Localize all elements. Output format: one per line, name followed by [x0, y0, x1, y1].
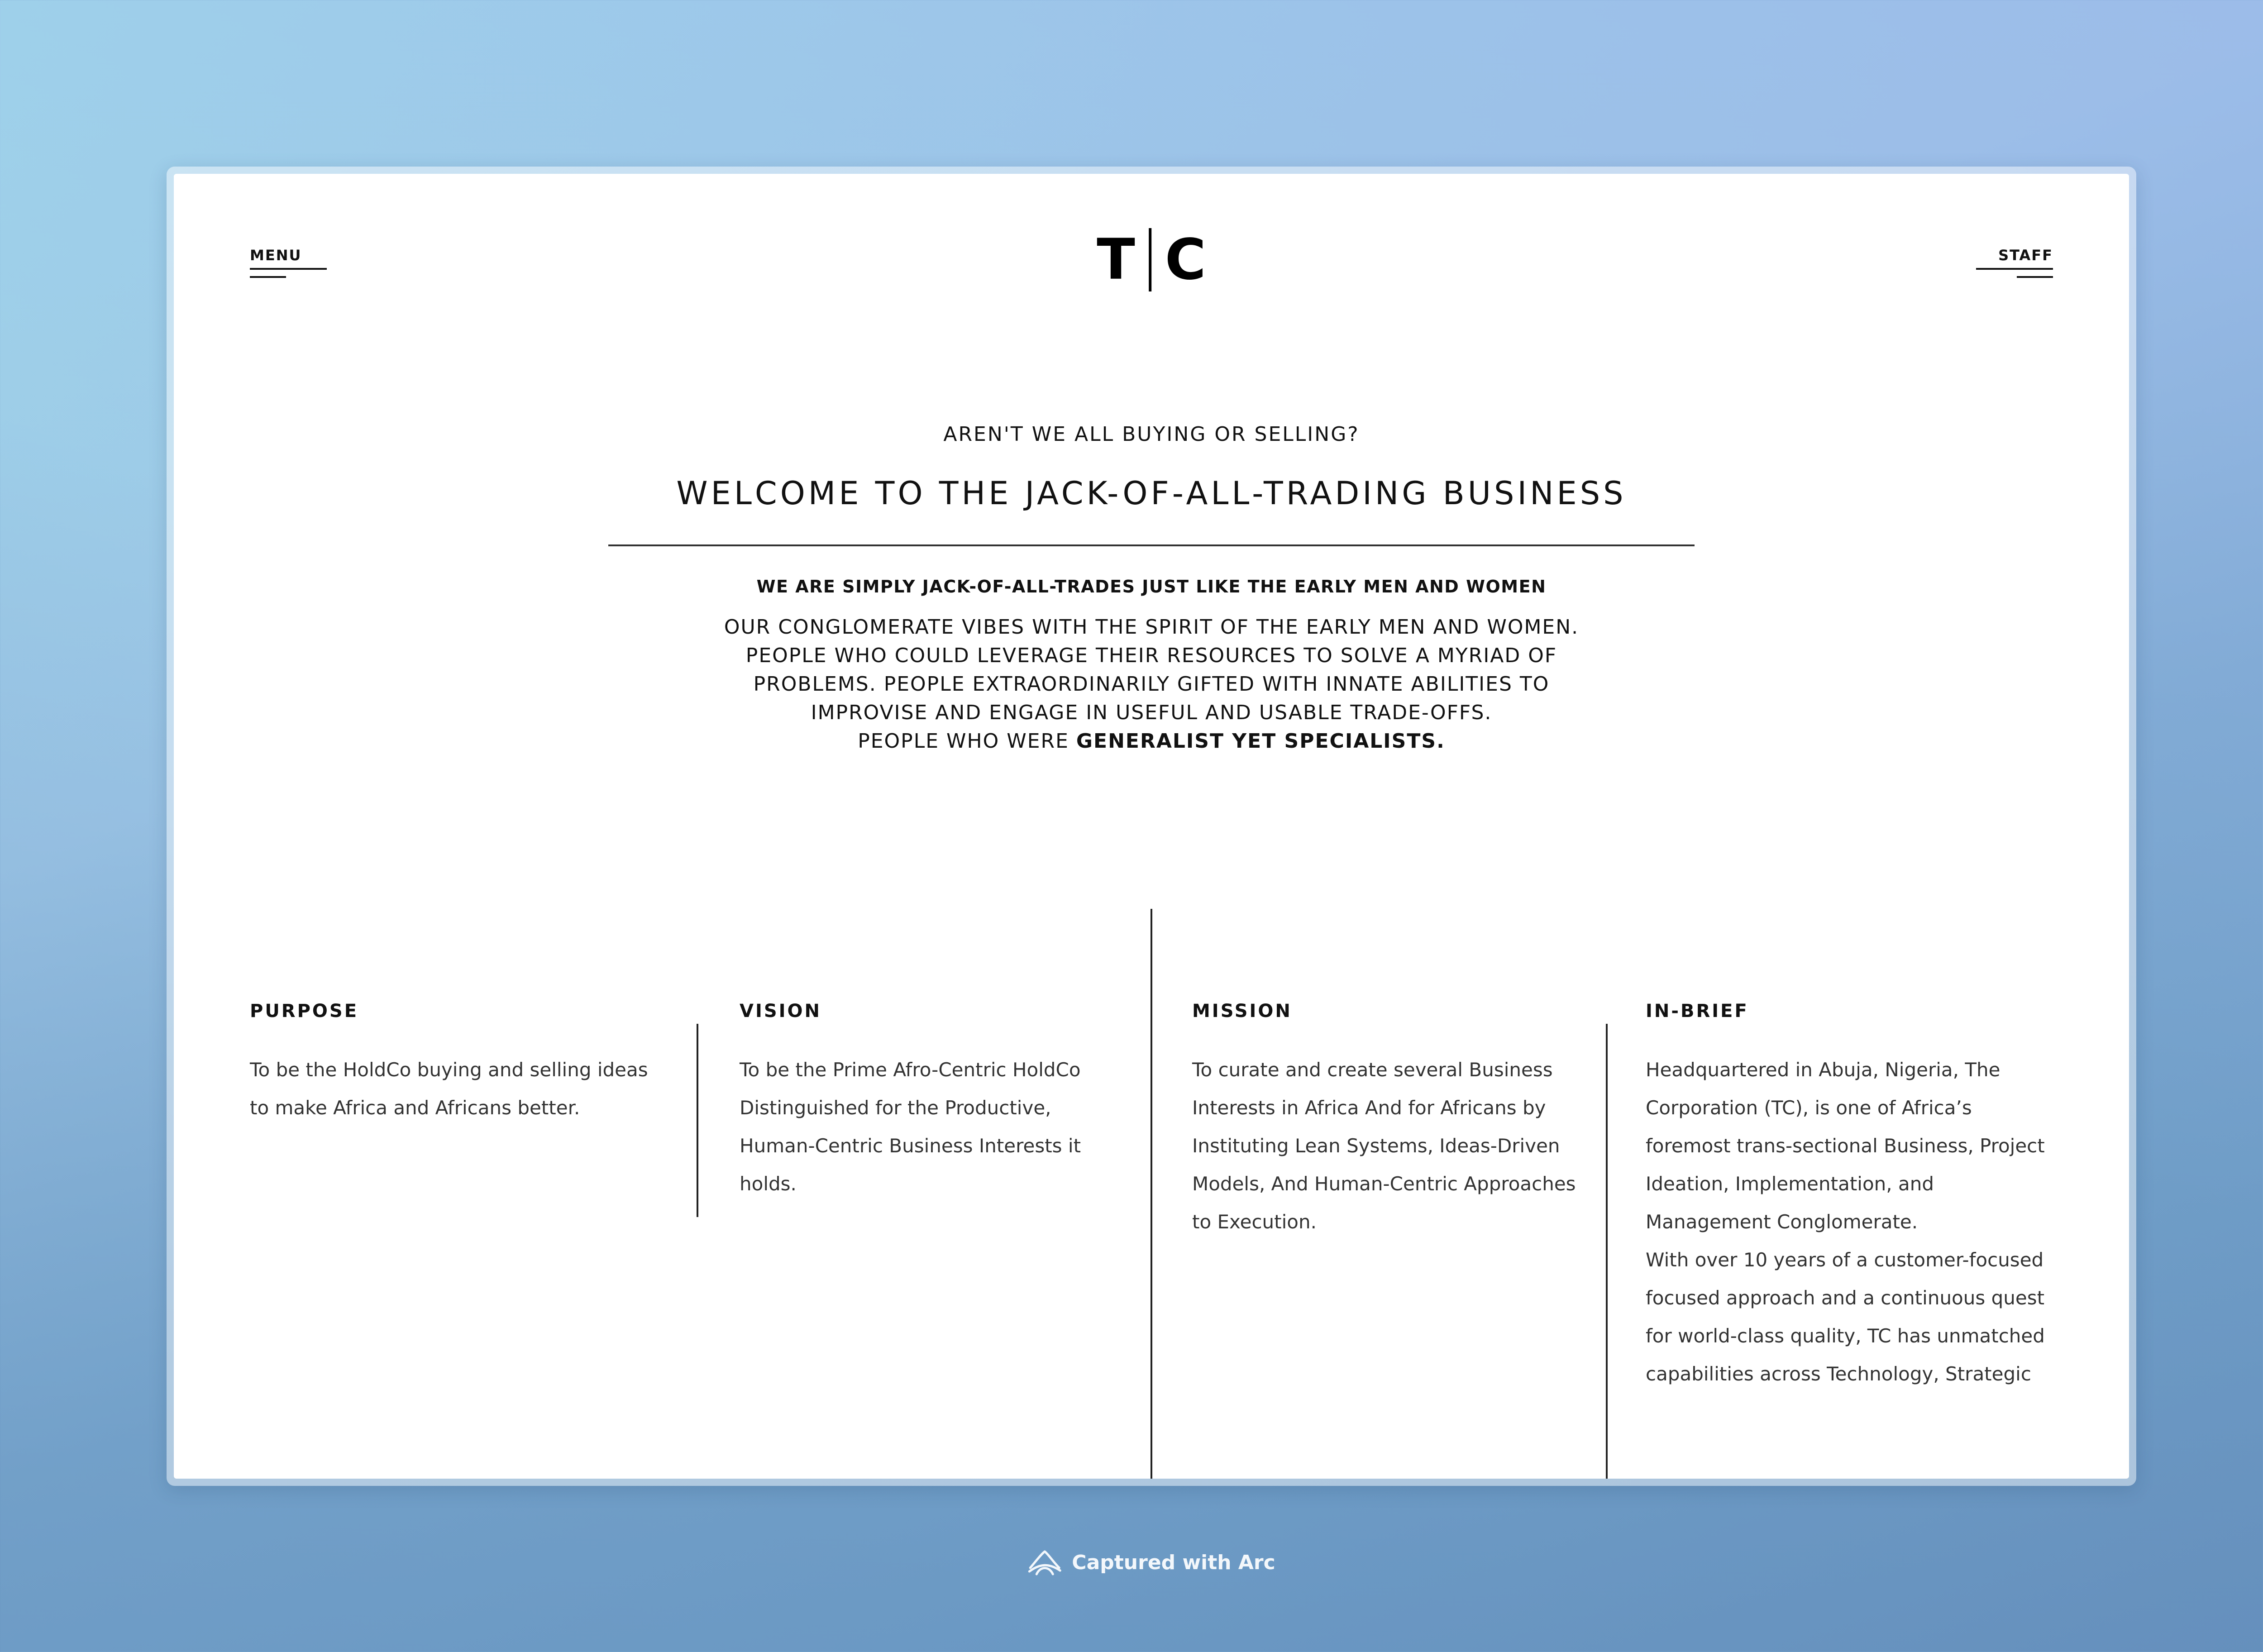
menu-underline-icon — [250, 268, 327, 270]
staff-underline-icon — [1976, 268, 2053, 270]
vision-text: To be the Prime Afro-Centric HoldCo Dist… — [740, 1059, 1081, 1195]
purpose-text: To be the HoldCo buying and selling idea… — [250, 1059, 648, 1119]
logo-letter-c: C — [1165, 227, 1206, 292]
purpose-section: PURPOSE To be the HoldCo buying and sell… — [250, 998, 666, 1127]
logo-divider — [1148, 228, 1151, 291]
vision-heading: VISION — [740, 1001, 822, 1022]
hero-body-line: OUR CONGLOMERATE VIBES WITH THE SPIRIT O… — [724, 616, 1579, 639]
staff-label: STAFF — [1998, 247, 2053, 264]
inbrief-paragraph: Headquartered in Abuja, Nigeria, The Cor… — [1646, 1059, 2045, 1233]
webpage: MENU T C STAFF AREN'T WE ALL BUYING OR S… — [174, 174, 2129, 1479]
menu-button[interactable]: MENU — [250, 246, 327, 278]
purpose-heading: PURPOSE — [250, 1001, 359, 1022]
mission-heading: MISSION — [1192, 1001, 1292, 1022]
logo-letter-t: T — [1097, 227, 1135, 292]
staff-underline-short-icon — [2017, 276, 2053, 278]
hero-body-line: PROBLEMS. PEOPLE EXTRAORDINARILY GIFTED … — [753, 673, 1550, 696]
column-divider-center — [1151, 909, 1152, 1479]
hero-body-line-last: PEOPLE WHO WERE GENERALIST YET SPECIALIS… — [672, 727, 1631, 755]
tc-logo[interactable]: T C — [1097, 228, 1206, 291]
inbrief-text: Headquartered in Abuja, Nigeria, The Cor… — [1646, 1051, 2062, 1393]
menu-underline-short-icon — [250, 276, 286, 278]
vision-section: VISION To be the Prime Afro-Centric Hold… — [740, 998, 1115, 1203]
captured-with-arc-badge: Captured with Arc — [1027, 1548, 1275, 1577]
hero-body-emphasis: GENERALIST YET SPECIALISTS. — [1076, 730, 1445, 753]
inbrief-paragraph: With over 10 years of a customer-focused… — [1646, 1249, 2045, 1385]
staff-button[interactable]: STAFF — [1976, 246, 2053, 278]
inbrief-section: IN-BRIEF Headquartered in Abuja, Nigeria… — [1646, 998, 2062, 1393]
inbrief-heading: IN-BRIEF — [1646, 1001, 1749, 1022]
hero-body-line: IMPROVISE AND ENGAGE IN USEFUL AND USABL… — [811, 701, 1492, 724]
hero-body-last-prefix: PEOPLE WHO WERE — [858, 730, 1076, 753]
page-title: WELCOME TO THE JACK-OF-ALL-TRADING BUSIN… — [676, 475, 1627, 512]
hero-body: OUR CONGLOMERATE VIBES WITH THE SPIRIT O… — [672, 613, 1631, 755]
column-divider-1 — [697, 1024, 698, 1217]
hero-eyebrow: AREN'T WE ALL BUYING OR SELLING? — [943, 423, 1360, 446]
arc-logo-icon — [1028, 1550, 1061, 1576]
hero-divider — [608, 544, 1695, 546]
hero-subhead: WE ARE SIMPLY JACK-OF-ALL-TRADES JUST LI… — [756, 577, 1547, 597]
column-divider-3 — [1606, 1024, 1608, 1479]
mission-section: MISSION To curate and create several Bus… — [1192, 998, 1581, 1241]
mission-text: To curate and create several Business In… — [1192, 1059, 1576, 1233]
menu-label: MENU — [250, 247, 302, 264]
hero-body-line: PEOPLE WHO COULD LEVERAGE THEIR RESOURCE… — [745, 644, 1557, 667]
arc-badge-label: Captured with Arc — [1072, 1551, 1275, 1574]
